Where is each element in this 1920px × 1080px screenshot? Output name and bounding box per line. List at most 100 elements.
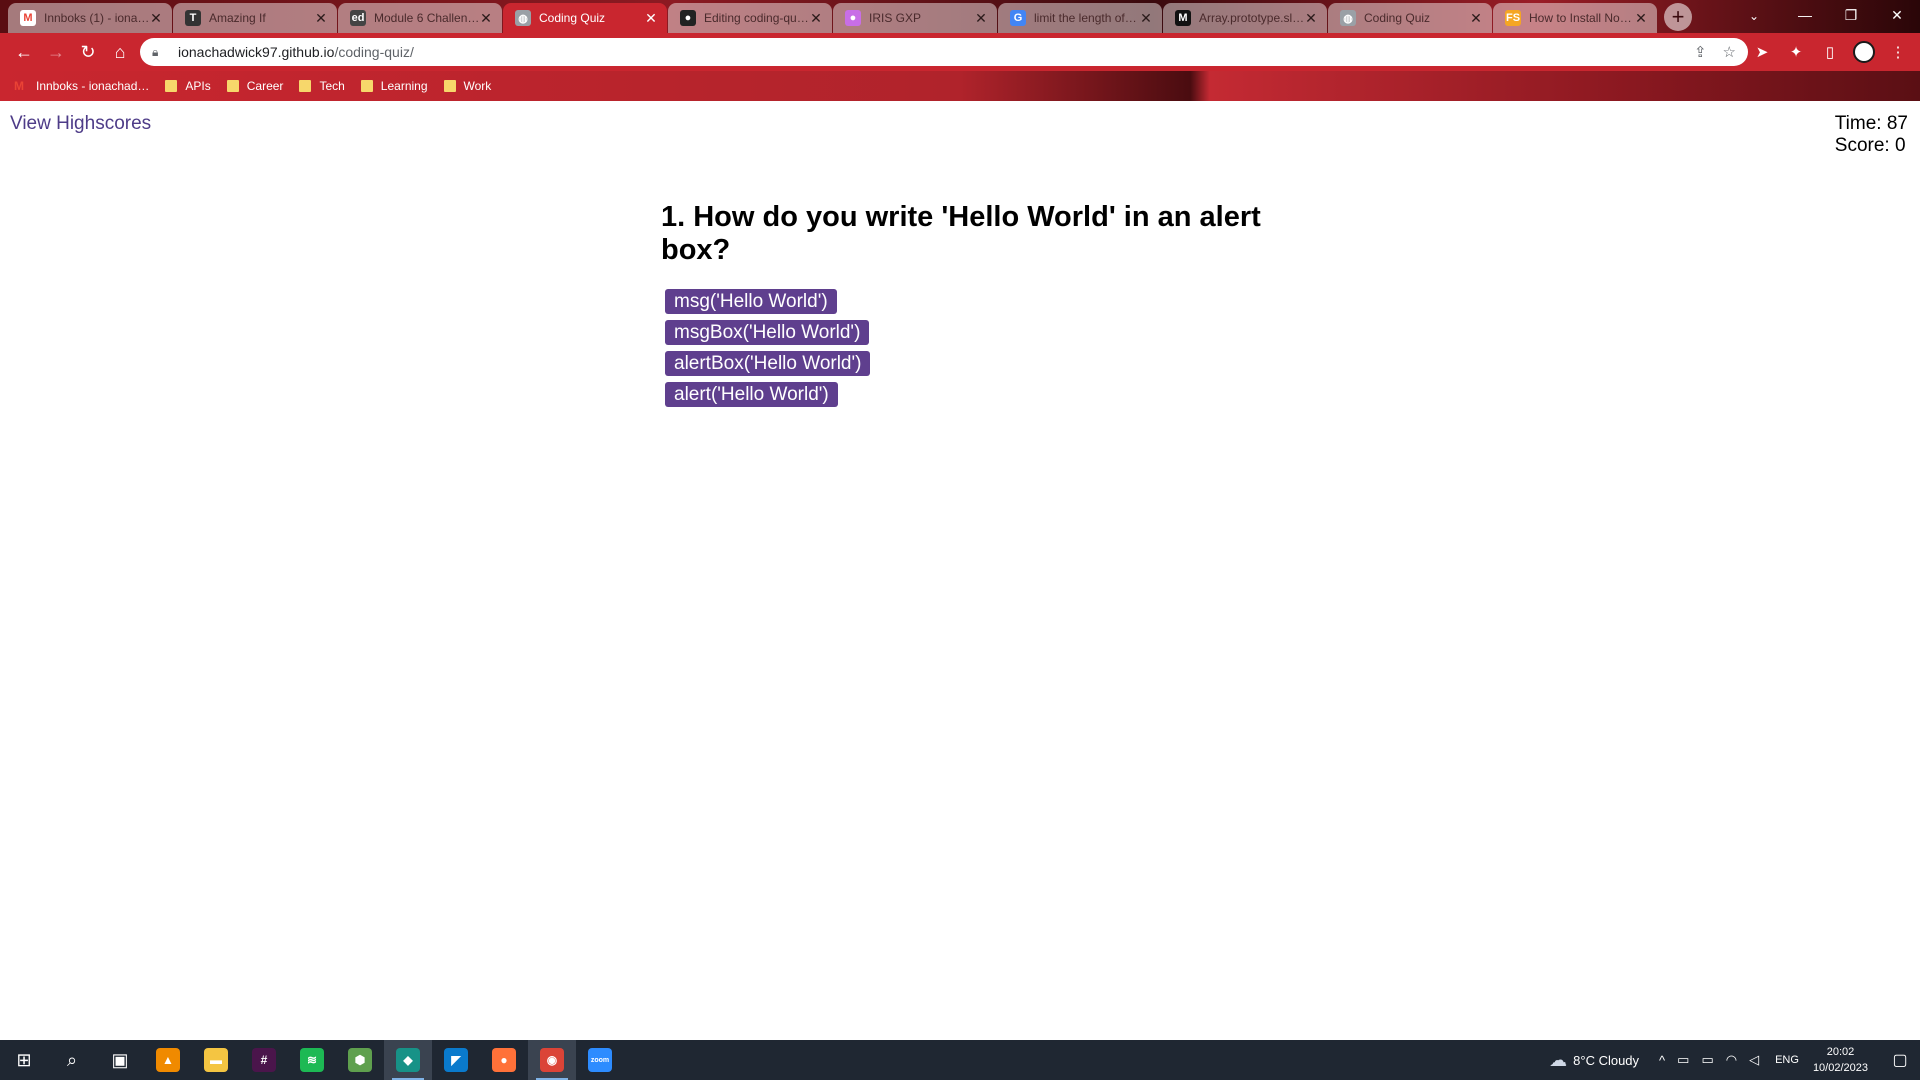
close-tab-icon[interactable]: ✕ bbox=[1468, 10, 1484, 27]
bookmark-item[interactable]: APIs bbox=[165, 79, 211, 93]
windows-taskbar: ⊞ ⌕ ▣ ▲ ▬ # ≋ ⬢ ◆ ◤ ● ◉ zoom ☁ 8°C Cloudy ^ ▭ ▭ ◠ ◁ … bbox=[0, 1040, 1920, 1080]
choice-button[interactable]: msg('Hello World') bbox=[665, 289, 837, 314]
slack-icon[interactable]: # bbox=[240, 1040, 288, 1080]
tab-label: Editing coding-qu… bbox=[704, 11, 808, 25]
address-bar[interactable]: 🔒︎ ionachadwick97.github.io/coding-quiz/… bbox=[140, 38, 1748, 66]
close-tab-icon[interactable]: ✕ bbox=[1138, 10, 1154, 27]
close-tab-icon[interactable]: ✕ bbox=[643, 10, 659, 27]
lock-icon[interactable]: 🔒︎ bbox=[152, 45, 168, 60]
cloud-icon[interactable]: ☁ bbox=[1549, 1050, 1567, 1071]
bookmark-label: Innboks - ionachad… bbox=[36, 79, 150, 93]
bookmark-item[interactable]: Work bbox=[443, 79, 492, 93]
weather-text[interactable]: 8°C Cloudy bbox=[1573, 1053, 1639, 1068]
bookmark-label: Work bbox=[463, 79, 492, 93]
tab-search-icon[interactable]: ⌄ bbox=[1740, 4, 1768, 28]
bookmark-item[interactable]: Learning bbox=[360, 79, 428, 93]
file-explorer-icon[interactable]: ▬ bbox=[192, 1040, 240, 1080]
close-tab-icon[interactable]: ✕ bbox=[973, 10, 989, 27]
app-glyph: ⬢ bbox=[348, 1048, 372, 1072]
battery-icon[interactable]: ▭ bbox=[1701, 1052, 1713, 1068]
vscode-icon[interactable]: ◤ bbox=[432, 1040, 480, 1080]
share-icon[interactable]: ⇪ bbox=[1694, 43, 1707, 61]
score-display: Score: 0 bbox=[1834, 135, 1906, 156]
notification-icon[interactable]: ▢ bbox=[1880, 1040, 1920, 1080]
profile-avatar[interactable] bbox=[1850, 36, 1878, 68]
chrome-icon[interactable]: ◉ bbox=[528, 1040, 576, 1080]
close-tab-icon[interactable]: ✕ bbox=[148, 10, 164, 27]
url-path: /coding-quiz/ bbox=[334, 44, 414, 60]
app-glyph: zoom bbox=[588, 1048, 612, 1072]
bookmark-item[interactable]: Tech bbox=[299, 79, 345, 93]
browser-tab[interactable]: ◍ Coding Quiz ✕ bbox=[503, 3, 667, 33]
vlc-icon[interactable]: ▲ bbox=[144, 1040, 192, 1080]
gitkraken-icon[interactable]: ◆ bbox=[384, 1040, 432, 1080]
bookmark-star-icon[interactable]: ☆ bbox=[1723, 43, 1736, 61]
question-title: 1. How do you write 'Hello World' in an … bbox=[661, 201, 1261, 266]
browser-tab[interactable]: M Array.prototype.sl… ✕ bbox=[1163, 3, 1327, 33]
choice-button[interactable]: msgBox('Hello World') bbox=[665, 320, 870, 345]
browser-toolbar: ← → ↻ ⌂ 🔒︎ ionachadwick97.github.io/codi… bbox=[0, 33, 1920, 71]
meet-now-icon[interactable]: ▭ bbox=[1677, 1052, 1689, 1068]
browser-tab[interactable]: Glimit the length of… ✕ bbox=[998, 3, 1162, 33]
new-tab-button[interactable]: + bbox=[1664, 3, 1692, 31]
bookmark-label: Tech bbox=[319, 79, 345, 93]
extension-icon[interactable]: ➤ bbox=[1748, 36, 1776, 68]
app-glyph: ▬ bbox=[204, 1048, 228, 1072]
language-indicator[interactable]: ENG bbox=[1775, 1054, 1799, 1066]
close-tab-icon[interactable]: ✕ bbox=[1633, 10, 1649, 27]
bookmark-label: Learning bbox=[380, 79, 428, 93]
clock[interactable]: 20:02 10/02/2023 bbox=[1813, 1044, 1868, 1076]
browser-tab[interactable]: ◍ Coding Quiz ✕ bbox=[1328, 3, 1492, 33]
reload-icon[interactable]: ↻ bbox=[72, 36, 104, 68]
firefox-icon[interactable]: ● bbox=[480, 1040, 528, 1080]
close-tab-icon[interactable]: ✕ bbox=[1303, 10, 1319, 27]
back-icon[interactable]: ← bbox=[8, 36, 40, 68]
windows-start-icon[interactable]: ⊞ bbox=[0, 1040, 48, 1080]
browser-tab[interactable]: ● Editing coding-qu… ✕ bbox=[668, 3, 832, 33]
choice-button[interactable]: alertBox('Hello World') bbox=[665, 351, 871, 376]
node-icon[interactable]: ⬢ bbox=[336, 1040, 384, 1080]
folder-icon bbox=[226, 80, 239, 92]
tab-label: Innboks (1) - iona… bbox=[44, 11, 148, 25]
puzzle-icon[interactable]: ✦ bbox=[1782, 36, 1810, 68]
search-icon[interactable]: ⌕ bbox=[48, 1040, 96, 1080]
tab-label: Coding Quiz bbox=[539, 11, 606, 25]
folder-icon bbox=[299, 80, 312, 92]
close-window-icon[interactable]: ✕ bbox=[1874, 0, 1920, 30]
menu-icon[interactable]: ⋮ bbox=[1884, 36, 1912, 68]
view-highscores-link[interactable]: View Highscores bbox=[10, 113, 151, 135]
forward-icon[interactable]: → bbox=[40, 36, 72, 68]
mdn-icon: M bbox=[1175, 10, 1191, 26]
chevron-up-icon[interactable]: ^ bbox=[1659, 1053, 1665, 1068]
close-tab-icon[interactable]: ✕ bbox=[808, 10, 824, 27]
app-glyph: ◆ bbox=[396, 1048, 420, 1072]
browser-tab[interactable]: ● IRIS GXP ✕ bbox=[833, 3, 997, 33]
bookmark-item[interactable]: Career bbox=[226, 79, 283, 93]
close-tab-icon[interactable]: ✕ bbox=[478, 10, 494, 27]
bookmark-item[interactable]: M Innboks - ionachad… bbox=[14, 79, 149, 93]
close-tab-icon[interactable]: ✕ bbox=[313, 10, 329, 27]
app-glyph: ◉ bbox=[540, 1048, 564, 1072]
zoom-icon[interactable]: zoom bbox=[576, 1040, 624, 1080]
side-panel-icon[interactable]: ▯ bbox=[1816, 36, 1844, 68]
browser-tab[interactable]: ed Module 6 Challen… ✕ bbox=[338, 3, 502, 33]
system-tray: ☁ 8°C Cloudy ^ ▭ ▭ ◠ ◁ ENG 20:02 10/02/2… bbox=[1543, 1040, 1920, 1080]
browser-tab[interactable]: M Innboks (1) - iona… ✕ bbox=[8, 3, 172, 33]
choice-button[interactable]: alert('Hello World') bbox=[665, 382, 838, 407]
tab-label: Coding Quiz bbox=[1364, 11, 1431, 25]
task-view-icon[interactable]: ▣ bbox=[96, 1040, 144, 1080]
url-host: ionachadwick97.github.io bbox=[178, 44, 335, 60]
tab-label: limit the length of… bbox=[1034, 11, 1137, 25]
gmail-icon: M bbox=[20, 10, 36, 26]
bookmarks-bar: M Innboks - ionachad… APIs Career Tech Learni… bbox=[0, 71, 1920, 101]
minimize-icon[interactable]: — bbox=[1782, 0, 1828, 30]
restore-icon[interactable]: ❐ bbox=[1828, 0, 1874, 30]
volume-icon[interactable]: ◁ bbox=[1749, 1052, 1759, 1068]
spotify-icon[interactable]: ≋ bbox=[288, 1040, 336, 1080]
home-icon[interactable]: ⌂ bbox=[104, 36, 136, 68]
browser-tab[interactable]: T Amazing If ✕ bbox=[173, 3, 337, 33]
tab-strip: M Innboks (1) - iona… ✕ T Amazing If ✕ ed Modul… bbox=[0, 0, 1920, 33]
globe-icon: ◍ bbox=[515, 10, 531, 26]
browser-tab[interactable]: FS How to Install No… ✕ bbox=[1493, 3, 1657, 33]
wifi-icon[interactable]: ◠ bbox=[1726, 1052, 1737, 1068]
